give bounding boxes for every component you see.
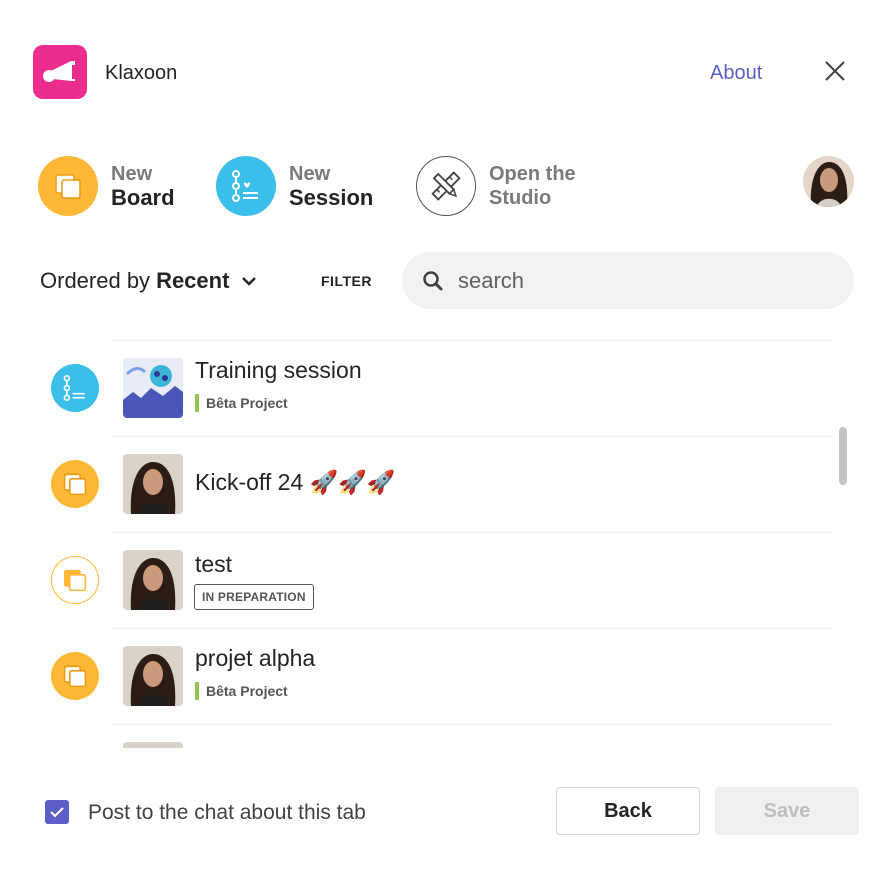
board-outline-icon <box>51 556 99 604</box>
new-session-button[interactable]: New Session <box>216 156 373 216</box>
search-box <box>402 252 854 309</box>
project-tag: Bêta Project <box>195 682 288 700</box>
project-tag: Bêta Project <box>195 394 288 412</box>
training-image <box>123 358 183 418</box>
list-item[interactable]: projet alpha Bêta Project <box>0 628 892 724</box>
session-icon <box>216 156 276 216</box>
app-title: Klaxoon <box>105 62 178 84</box>
user-photo <box>123 454 183 514</box>
close-button[interactable] <box>822 58 848 84</box>
board-icon <box>38 156 98 216</box>
ruler-pencil-icon <box>416 156 476 216</box>
tag-label: Bêta Project <box>206 395 288 411</box>
post-to-chat-label: Post to the chat about this tab <box>88 801 366 824</box>
chevron-down-icon <box>242 277 257 286</box>
user-photo <box>123 646 183 706</box>
row-divider <box>112 340 832 341</box>
list-item[interactable]: Kick-off 24 🚀🚀🚀 <box>0 436 892 532</box>
save-button[interactable]: Save <box>715 787 859 835</box>
open-studio-button[interactable]: Open the Studio <box>416 156 576 216</box>
order-by-prefix: Ordered by <box>40 268 151 293</box>
new-board-label-1: New <box>111 163 153 185</box>
filter-button[interactable]: FILTER <box>321 273 372 289</box>
row-divider <box>112 532 832 533</box>
new-session-label-2: Session <box>289 185 374 210</box>
tag-label: Bêta Project <box>206 683 288 699</box>
session-icon <box>51 364 99 412</box>
open-studio-label-2: Studio <box>489 187 552 209</box>
post-to-chat-checkbox[interactable] <box>45 800 69 824</box>
user-photo <box>123 742 183 748</box>
checkmark-icon <box>50 807 64 818</box>
search-input[interactable] <box>458 267 838 294</box>
list-item[interactable] <box>0 724 892 748</box>
order-by-value: Recent <box>156 268 230 293</box>
item-title: Kick-off 24 🚀🚀🚀 <box>195 469 396 495</box>
row-divider <box>112 724 832 725</box>
search-icon <box>423 270 443 290</box>
horn-icon <box>43 61 75 82</box>
tag-color-bar <box>195 682 199 700</box>
user-avatar[interactable] <box>803 156 854 207</box>
row-divider <box>112 628 832 629</box>
open-studio-label-1: Open the <box>489 163 576 185</box>
item-title: test <box>195 551 233 577</box>
list-item[interactable]: Training session Bêta Project <box>0 340 892 436</box>
tag-color-bar <box>195 394 199 412</box>
order-by-dropdown[interactable]: Ordered by Recent <box>40 268 257 294</box>
new-session-label-1: New <box>289 163 331 185</box>
item-title: Training session <box>195 357 362 383</box>
board-icon <box>51 460 99 508</box>
user-photo <box>123 550 183 610</box>
new-board-button[interactable]: New Board <box>38 156 175 216</box>
status-badge: IN PREPARATION <box>194 584 314 610</box>
close-icon <box>825 61 845 81</box>
back-button[interactable]: Back <box>556 787 700 835</box>
row-divider <box>112 436 832 437</box>
activity-list: Training session Bêta Project Kick-off 2… <box>0 340 892 748</box>
new-board-label-2: Board <box>111 185 175 210</box>
board-icon <box>51 652 99 700</box>
klaxoon-logo <box>33 45 87 99</box>
item-title: projet alpha <box>195 645 316 671</box>
list-item[interactable]: test IN PREPARATION <box>0 532 892 628</box>
list-scrollbar[interactable] <box>839 427 847 485</box>
about-link[interactable]: About <box>710 62 762 85</box>
